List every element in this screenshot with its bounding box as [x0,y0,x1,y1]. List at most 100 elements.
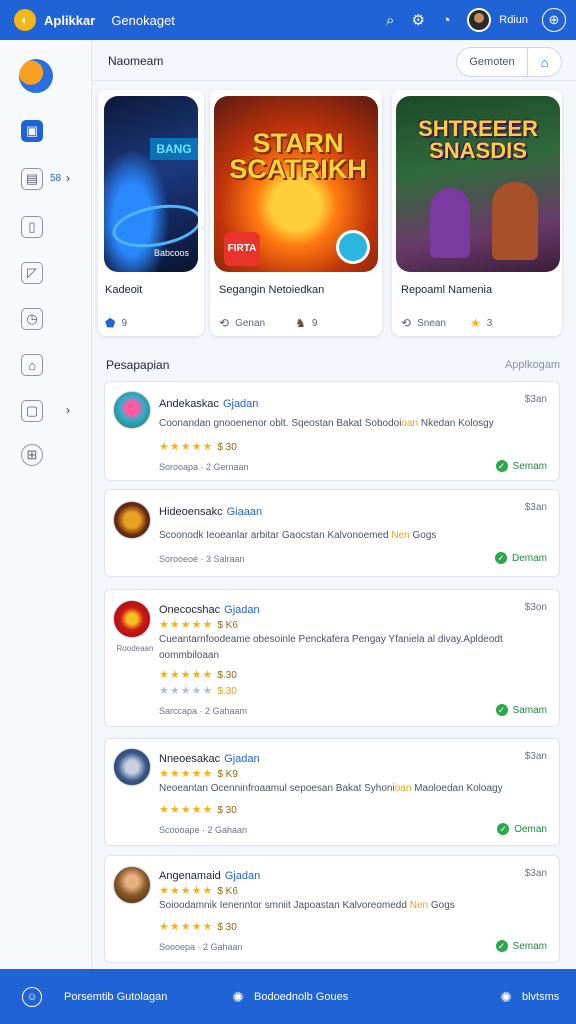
featured-meta: ⟲ Snean ★ 3 [401,316,492,330]
featured-name: Kadeoit [105,284,143,296]
home-icon[interactable]: ▣ [21,120,43,142]
featured-count: 3 [486,317,493,329]
court-shape [109,198,198,254]
bottom-nav-right[interactable]: ✺ blvtsms [496,987,559,1007]
image-caption: Babcoos [154,248,190,258]
chart-icon[interactable]: ◸ [21,262,43,284]
header-divider [92,80,576,81]
list-item[interactable]: Nneoesakac Gjadan $3an ★★★★★ $ K9 Neoeanta… [104,738,560,846]
chevron-right-icon[interactable]: › [66,171,70,185]
list-item[interactable]: Angenamaid Gjadan $3an ★★★★★ $ K6 Soioodam… [104,855,560,963]
app-description: Coonandan gnooenenor oblt. Sqeostan Baka… [159,418,494,429]
app-icon [113,748,151,786]
app-name: Hideoensakc Giaaan [159,506,263,518]
folder-icon[interactable]: ▢ [21,400,43,422]
hero-figure [430,188,470,258]
app-name: Andekaskac Gjadan [159,398,259,410]
featured-meta-label: Snean [417,317,446,329]
game-title-art: SHTREEER SNASDIS [418,116,538,163]
status-badge[interactable]: ✓ Semam [495,940,547,952]
search-icon[interactable]: ⌕ [379,9,401,31]
game-title-art: STARN SCATRIKH [229,128,367,184]
app-description: Cueantarnfoodeame obesoinle Penckafera P… [159,634,503,661]
status-badge[interactable]: ✓ Samam [495,704,547,716]
hero-figure [492,182,538,260]
app-meta: Sorooeoe · 3 Salraan [159,554,245,564]
app-name: Nneoesakac Gjadan [159,753,260,765]
app-icon [113,501,151,539]
bottom-nav-left[interactable]: ☺ Porsemtib Gutolagan [22,987,167,1007]
sidebar-logo[interactable] [19,59,53,93]
app-logo[interactable]: ◐ [14,9,36,31]
app-icon [113,600,151,638]
featured-meta-label: Genan [235,317,266,329]
sidebar: ▣ ▤ 58 › ▯ ◸ ◷ ⌂ ▢ › ⊞ [0,40,92,969]
app-title: Aplikkar [44,12,96,28]
app-meta: Scoooape · 2 Gahaan [159,825,248,835]
app-name: Angenamaid Gjadan [159,870,261,882]
game-badge: FIRTA [224,232,260,266]
notification-icon[interactable]: ◔ [435,9,457,31]
featured-meta: ⟲ Genan ♞ 9 [219,316,317,330]
status-badge[interactable]: ✓ Oeman [497,823,547,835]
list-item[interactable]: Andekaskac Gjadan $3an Coonandan gnooenen… [104,381,560,481]
featured-card[interactable]: BANG Babcoos Kadeoit ⬟ 9 [98,90,204,336]
bottom-nav-label: blvtsms [522,991,560,1003]
app-subtitle: Roodeaan [116,644,154,653]
featured-count: 9 [121,317,127,329]
app-description: Soioodamnik Ienenntor smniit Japoastan K… [159,900,455,911]
featured-meta: ⬟ 9 [105,316,127,330]
filter-button[interactable]: Gemoten ⌂ [456,47,562,77]
featured-name: Segangin Netoiedkan [219,284,325,296]
chat-icon: ☺ [22,987,42,1007]
bottom-nav-center[interactable]: ✺ Bodoednolb Goues [228,987,348,1007]
gem-icon: ⬟ [105,316,116,330]
section-link[interactable]: Applkogam [480,359,560,371]
rating-stars: ★★★★★ $ K6 [159,885,238,897]
app-meta: Sorooapa · 2 Gernaan [159,462,249,472]
globe-icon[interactable]: ⊕ [542,8,566,32]
refresh-icon: ⟲ [401,316,412,330]
app-price: $3an [524,394,547,405]
user-name[interactable]: Rdiun [499,14,528,26]
status-badge[interactable]: ✓ Semam [495,460,547,472]
rating-stars: ★★★★★ $.30 [159,685,237,697]
featured-image: SHTREEER SNASDIS [396,96,560,272]
app-price: $3an [524,751,547,762]
inbox-icon[interactable]: ⌂ [21,354,43,376]
top-tab[interactable]: Genokaget [111,13,175,28]
rating-stars: ★★★★★ $ 30 [159,921,237,933]
app-description: Neoeantan Ocenninfroaamul sepoesan Bakat… [159,783,503,794]
app-name: Onecocshac Gjadan [159,604,260,616]
app-price: $3an [524,502,547,513]
calendar-icon[interactable]: ▤ [21,168,43,190]
list-item[interactable]: Hideoensakc Giaaan $3an Scoonodk Ieoeanla… [104,489,560,577]
app-meta: Sarccapa · 2 Gahaam [159,706,248,716]
featured-image: STARN SCATRIKH FIRTA [214,96,378,272]
bottom-nav-label: Porsemtib Gutolagan [64,991,168,1003]
featured-card[interactable]: STARN SCATRIKH FIRTA Segangin Netoiedkan… [210,90,382,336]
check-icon: ✓ [495,460,508,472]
filter-icon[interactable]: ⚙ [407,9,429,31]
check-icon: ✓ [495,704,508,716]
gauge-icon[interactable]: ◷ [21,308,43,330]
clipboard-icon[interactable]: ▯ [21,216,43,238]
chevron-right-icon[interactable]: › [66,403,70,417]
featured-card[interactable]: SHTREEER SNASDIS Repoaml Namenia ⟲ Snean… [392,90,562,336]
check-icon: ✓ [494,552,507,564]
game-ring [336,230,370,264]
list-item[interactable]: Roodeaan Onecocshac Gjadan $3on ★★★★★ $ K6… [104,589,560,727]
section-title: Pesapapian [106,358,170,372]
avatar[interactable] [467,8,492,32]
settings-icon: ✺ [500,988,512,1005]
grid-icon[interactable]: ⊞ [21,444,43,466]
filter-label: Gemoten [469,56,515,68]
bottom-nav-label: Bodoednolb Goues [254,991,349,1003]
rating-stars: ★★★★★ $ 30 [159,804,237,816]
app-icon [113,866,151,904]
status-badge[interactable]: ✓ Demam [494,552,547,564]
app-description: Scoonodk Ieoeanlar arbitar Gaocstan Kalv… [159,530,437,541]
top-bar: ◐ Aplikkar Genokaget ⌕ ⚙ ◔ Rdiun ⊕ [0,0,576,40]
arena-sign: BANG [150,138,198,160]
home-outline-icon[interactable]: ⌂ [528,55,561,70]
